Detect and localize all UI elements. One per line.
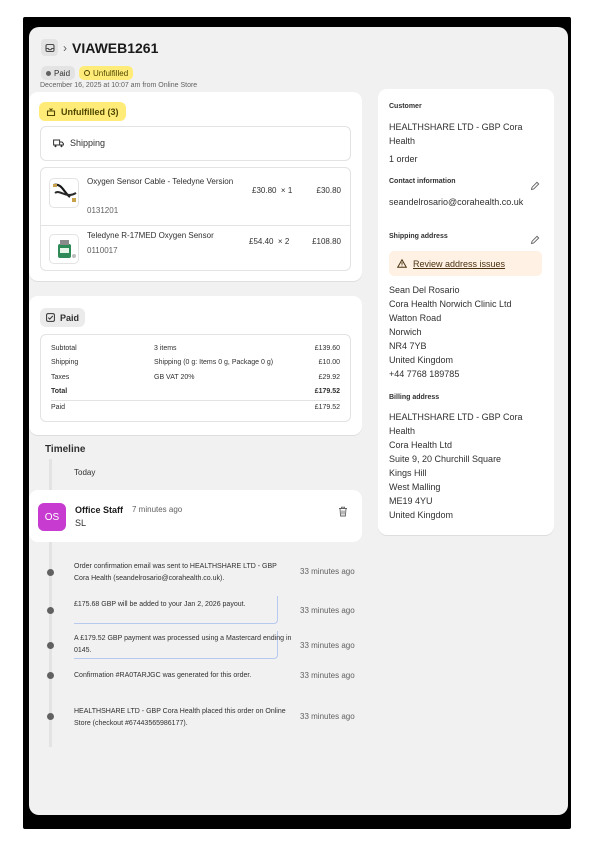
customer-heading: Customer: [389, 103, 422, 110]
billing-address-line: United Kingdom: [389, 510, 454, 520]
order-header: › VIAWEB1261 Paid Unfulfilled December 1…: [40, 39, 198, 89]
edit-contact-icon[interactable]: [530, 178, 540, 196]
product-name[interactable]: Teledyne R-17MED Oxygen Sensor: [87, 229, 242, 243]
timeline-event-text: A £179.52 GBP payment was processed usin…: [74, 635, 292, 654]
line-item[interactable]: Teledyne R-17MED Oxygen Sensor 0110017 £…: [41, 226, 350, 272]
summary-row: Shipping Shipping (0 g: Items 0 g, Packag…: [51, 359, 340, 366]
timeline-date-group: Today: [74, 468, 96, 477]
product-unit-price: £54.40 × 2: [249, 237, 290, 246]
warning-icon: [397, 259, 407, 268]
order-date: December 16, 2025 at 10:07 am from Onlin…: [40, 82, 198, 89]
shipping-address-line: NR4 7YB: [389, 341, 427, 351]
checkbox-icon: [46, 313, 55, 322]
timeline-event-time: 33 minutes ago: [300, 712, 355, 721]
order-page: › VIAWEB1261 Paid Unfulfilled December 1…: [29, 27, 568, 815]
product-unit-price: £30.80 × 1: [252, 186, 293, 195]
shipping-address-line: Cora Health Norwich Clinic Ltd: [389, 299, 512, 309]
address-warning-banner[interactable]: Review address issues: [389, 251, 542, 276]
timeline-event-dot: [47, 642, 54, 649]
summary-row: Subtotal 3 items £139.60: [51, 345, 340, 352]
payment-card: Paid Subtotal 3 items £139.60 Shipping Ship…: [29, 296, 362, 435]
billing-address-line: Suite 9, 20 Churchill Square: [389, 454, 502, 464]
summary-paid-row: Paid £179.52: [51, 404, 340, 411]
billing-address-line: ME19 4YU: [389, 496, 433, 506]
shipping-address-line: United Kingdom: [389, 355, 454, 365]
shipping-address-line: Watton Road: [389, 313, 442, 323]
billing-address-line: West Malling: [389, 482, 441, 492]
billing-address-heading: Billing address: [389, 394, 440, 401]
product-name[interactable]: Oxygen Sensor Cable - Teledyne Version: [87, 175, 242, 189]
summary-total-row: Total £179.52: [51, 388, 340, 395]
line-item[interactable]: Oxygen Sensor Cable - Teledyne Version 0…: [41, 168, 350, 226]
fulfillment-card: Unfulfilled (3) Shipping Oxygen Sensor C…: [29, 92, 362, 281]
timeline-event-dot: [47, 607, 54, 614]
breadcrumb-separator: ›: [63, 40, 67, 55]
billing-address-line: HEALTHSHARE LTD - GBP Cora Health: [389, 412, 523, 436]
shipping-address-heading: Shipping address: [389, 233, 448, 240]
billing-address-line: Cora Health Ltd: [389, 440, 453, 450]
timeline-event-dot: [47, 713, 54, 720]
payment-summary-box: Subtotal 3 items £139.60 Shipping Shipping …: [40, 334, 351, 422]
product-sku: 0110017: [87, 246, 118, 255]
shipping-phone: +44 7768 189785: [389, 369, 460, 379]
timeline-event-text: Confirmation #RA0TARJGC was generated fo…: [74, 672, 252, 679]
comment-time: 7 minutes ago: [132, 505, 183, 514]
shipping-address-line: Sean Del Rosario: [389, 285, 460, 295]
payment-status-badge: Paid: [41, 66, 76, 80]
timeline-event-text: £175.68 GBP will be added to your Jan 2,…: [74, 601, 246, 608]
timeline-event-time: 33 minutes ago: [300, 606, 355, 615]
timeline-event-text: Order confirmation email was sent to HEA…: [74, 563, 277, 582]
package-icon: [46, 107, 56, 116]
product-thumbnail[interactable]: [49, 234, 79, 264]
customer-order-count[interactable]: 1 order: [389, 152, 539, 166]
customer-card: Customer HEALTHSHARE LTD - GBP Cora Heal…: [378, 89, 554, 535]
shipping-method-label: Shipping: [70, 138, 106, 148]
orders-icon[interactable]: [41, 39, 58, 56]
contact-heading: Contact information: [389, 178, 456, 185]
timeline-event-text: HEALTHSHARE LTD - GBP Cora Health placed…: [74, 708, 286, 727]
trash-icon[interactable]: [338, 504, 348, 522]
timeline-event-dot: [47, 569, 54, 576]
contact-email[interactable]: seandelrosario@corahealth.co.uk: [389, 197, 534, 208]
product-sku: 0131201: [87, 206, 119, 215]
timeline-heading: Timeline: [45, 444, 86, 455]
truck-icon: [53, 139, 64, 147]
timeline-event-time: 33 minutes ago: [300, 567, 355, 576]
timeline-event-time: 33 minutes ago: [300, 641, 355, 650]
review-address-link[interactable]: Review address issues: [413, 259, 505, 269]
comment-author: Office Staff: [75, 505, 124, 515]
shipping-address-line: Norwich: [389, 327, 422, 337]
customer-name-link[interactable]: HEALTHSHARE LTD - GBP Cora Health: [389, 120, 539, 148]
product-thumbnail[interactable]: [49, 178, 79, 208]
billing-address-line: Kings Hill: [389, 468, 427, 478]
edit-shipping-icon[interactable]: [530, 232, 540, 250]
product-line-total: £108.80: [312, 237, 341, 246]
page-title: VIAWEB1261: [72, 39, 159, 56]
timeline-event-dot: [47, 672, 54, 679]
timeline-event-time: 33 minutes ago: [300, 671, 355, 680]
shipping-method-box: Shipping: [40, 126, 351, 161]
paid-badge: Paid: [40, 308, 86, 327]
summary-row: Taxes GB VAT 20% £29.92: [51, 374, 340, 381]
product-line-total: £30.80: [316, 186, 341, 195]
timeline-comment: OS Office Staff 7 minutes ago SL: [29, 490, 362, 542]
comment-text: SL: [75, 518, 87, 528]
avatar: OS: [38, 503, 66, 531]
line-items-box: Oxygen Sensor Cable - Teledyne Version 0…: [40, 167, 351, 271]
fulfillment-status-badge: Unfulfilled: [79, 66, 134, 80]
unfulfilled-count-badge: Unfulfilled (3): [39, 102, 126, 121]
